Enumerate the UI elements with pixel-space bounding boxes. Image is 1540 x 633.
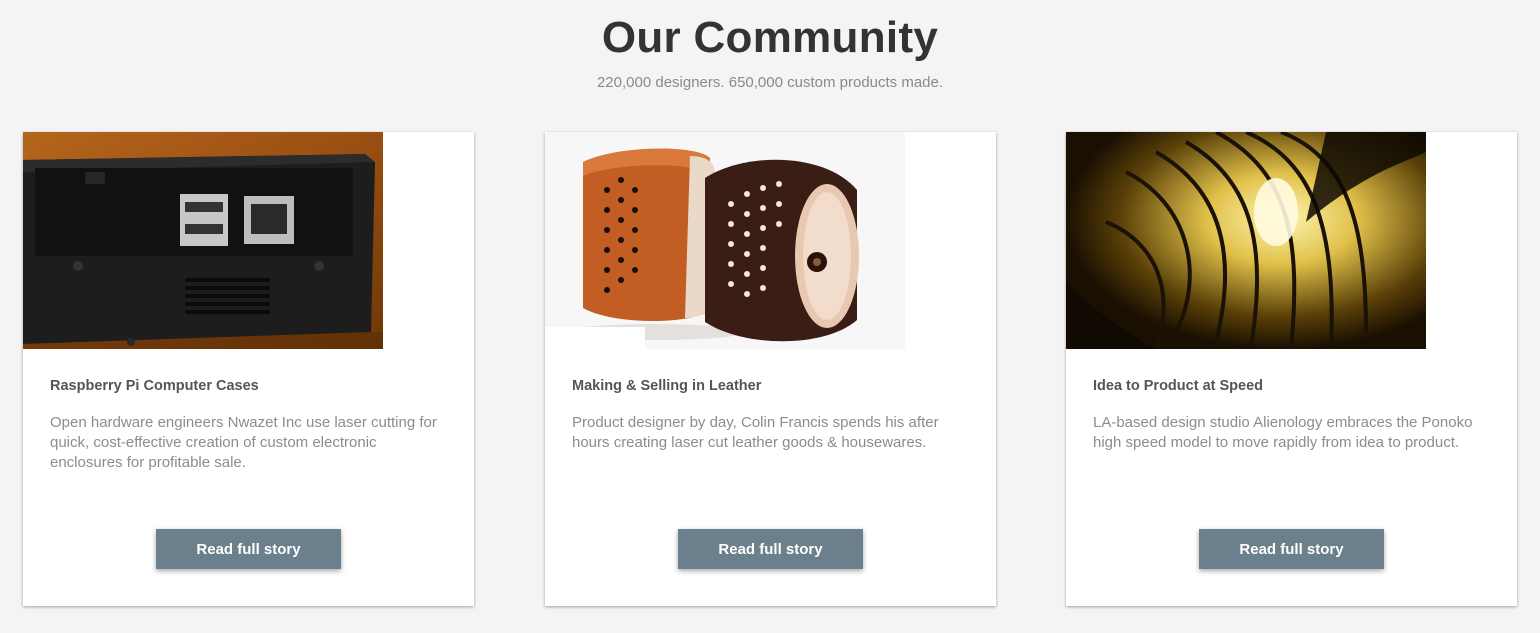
story-image-raspberry-pi-case (23, 132, 383, 349)
story-description: Product designer by day, Colin Francis s… (572, 414, 939, 451)
story-image-leather-cuffs (545, 132, 905, 349)
read-full-story-button[interactable]: Read full story (156, 529, 341, 569)
read-full-story-button[interactable]: Read full story (1199, 529, 1384, 569)
story-description: LA-based design studio Alienology embrac… (1093, 414, 1473, 451)
page-title: Our Community (601, 13, 939, 62)
story-title: Raspberry Pi Computer Cases (50, 378, 259, 394)
story-card-lamp: Idea to Product at Speed LA-based design… (1066, 132, 1517, 606)
read-full-story-button[interactable]: Read full story (678, 529, 863, 569)
story-card-leather: Making & Selling in Leather Product desi… (545, 132, 996, 606)
page-subtitle: 220,000 designers. 650,000 custom produc… (596, 74, 944, 91)
story-description: Open hardware engineers Nwazet Inc use l… (50, 414, 437, 471)
story-image-lamp (1066, 132, 1426, 349)
section-header: Our Community 220,000 designers. 650,000… (0, 12, 1540, 92)
story-title: Making & Selling in Leather (572, 378, 762, 394)
story-title: Idea to Product at Speed (1093, 378, 1263, 394)
story-card-raspberry-pi: Raspberry Pi Computer Cases Open hardwar… (23, 132, 474, 606)
